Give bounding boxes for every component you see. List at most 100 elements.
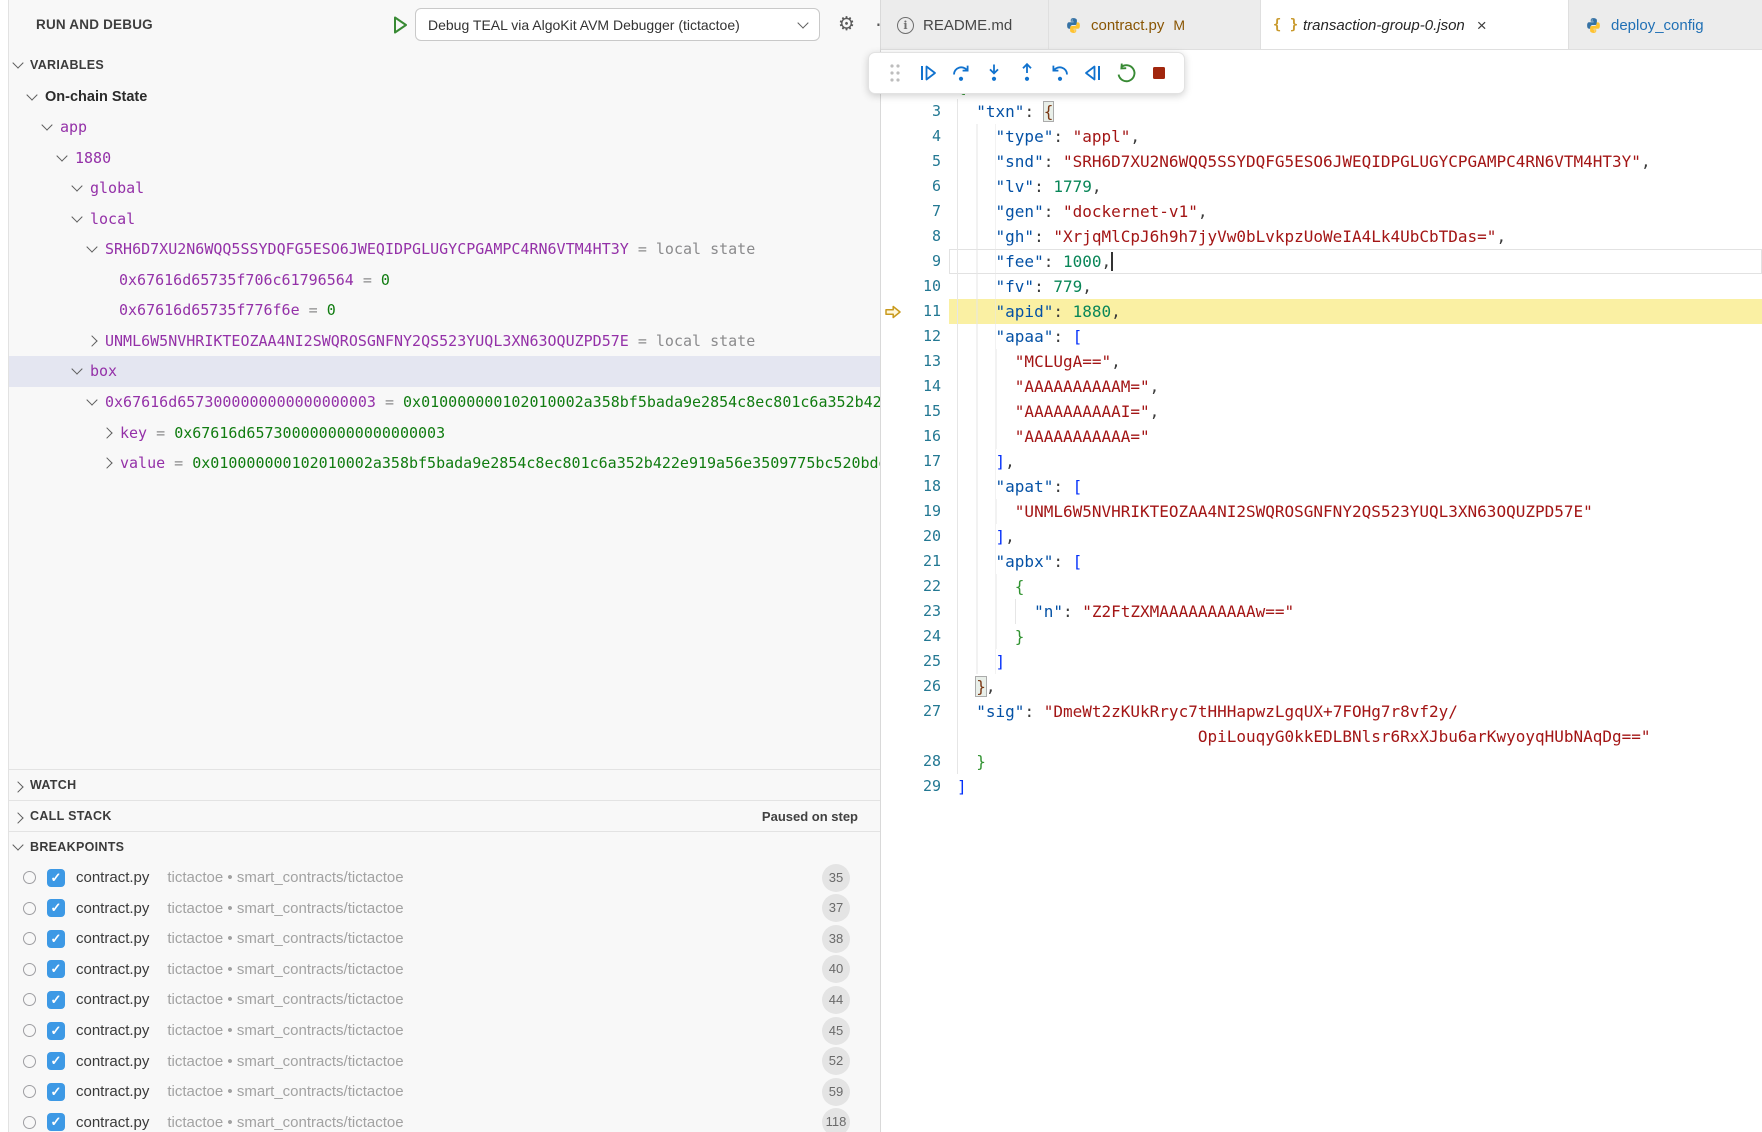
- breakpoint-checkbox[interactable]: ✓: [47, 1022, 65, 1040]
- code-line-19[interactable]: 19 "UNML6W5NVHRIKTEOZAA4NI2SWQROSGNFNY2Q…: [881, 499, 1762, 524]
- variables-section-header[interactable]: VARIABLES: [0, 50, 880, 81]
- glyph-margin[interactable]: [881, 599, 907, 624]
- code-content[interactable]: "sig": "DmeWt2zKUkRryc7tHHHapwzLgqUX+7FO…: [949, 699, 1762, 724]
- tree-item-hex-8[interactable]: UNML6W5NVHRIKTEOZAA4NI2SWQROSGNFNY2QS523…: [9, 325, 957, 356]
- code-line-13[interactable]: 13 "MCLUgA==",: [881, 349, 1762, 374]
- code-line-18[interactable]: 18 "apat": [: [881, 474, 1762, 499]
- code-line-8[interactable]: 8 "gh": "XrjqMlCpJ6h9h7jyVw0bLvkpzUoWeIA…: [881, 224, 1762, 249]
- code-line-20[interactable]: 20 ],: [881, 524, 1762, 549]
- code-line-22[interactable]: 22 {: [881, 574, 1762, 599]
- chevron-down-icon[interactable]: [86, 394, 97, 405]
- glyph-margin[interactable]: [881, 524, 907, 549]
- code-line-5[interactable]: 5 "snd": "SRH6D7XU2N6WQQ5SSYDQFG5ESO6JWE…: [881, 149, 1762, 174]
- tree-item-value[interactable]: value = 0x010000000102010002a358bf5bada9…: [9, 448, 972, 479]
- glyph-margin[interactable]: [881, 774, 907, 799]
- code-line-6[interactable]: 6 "lv": 1779,: [881, 174, 1762, 199]
- glyph-margin[interactable]: [881, 174, 907, 199]
- breakpoint-row[interactable]: ✓contract.pytictactoe • smart_contracts/…: [9, 954, 880, 985]
- code-content[interactable]: }: [949, 749, 1762, 774]
- breakpoint-checkbox[interactable]: ✓: [47, 960, 65, 978]
- breakpoint-checkbox[interactable]: ✓: [47, 899, 65, 917]
- stop-button[interactable]: [1142, 58, 1175, 88]
- chevron-down-icon[interactable]: [26, 89, 37, 100]
- breakpoint-checkbox[interactable]: ✓: [47, 991, 65, 1009]
- code-content[interactable]: "apbx": [: [949, 549, 1762, 574]
- code-content[interactable]: "snd": "SRH6D7XU2N6WQQ5SSYDQFG5ESO6JWEQI…: [949, 149, 1762, 174]
- tree-item-key[interactable]: key = 0x67616d6573000000000000000003: [9, 417, 972, 448]
- breakpoint-checkbox[interactable]: ✓: [47, 869, 65, 887]
- step-over-button[interactable]: [944, 58, 977, 88]
- step-into-button[interactable]: [977, 58, 1010, 88]
- breakpoint-checkbox[interactable]: ✓: [47, 930, 65, 948]
- breakpoints-section-header[interactable]: BREAKPOINTS: [0, 831, 880, 862]
- code-content[interactable]: "txn": {: [949, 99, 1762, 124]
- code-content[interactable]: }: [949, 624, 1762, 649]
- tree-item-global[interactable]: global: [9, 173, 942, 204]
- chevron-down-icon[interactable]: [71, 364, 82, 375]
- code-line-27[interactable]: 27 "sig": "DmeWt2zKUkRryc7tHHHapwzLgqUX+…: [881, 699, 1762, 724]
- code-content[interactable]: "type": "appl",: [949, 124, 1762, 149]
- code-line-23[interactable]: 23 "n": "Z2FtZXMAAAAAAAAAAw==": [881, 599, 1762, 624]
- code-content[interactable]: "fv": 779,: [949, 274, 1762, 299]
- tree-item-0x67616d65735f776f6e[interactable]: 0x67616d65735f776f6e = 0: [9, 295, 972, 326]
- close-icon[interactable]: ×: [1477, 17, 1487, 34]
- glyph-margin[interactable]: [881, 149, 907, 174]
- code-content[interactable]: "apaa": [: [949, 324, 1762, 349]
- tree-item-box[interactable]: box: [9, 356, 942, 387]
- code-line-29[interactable]: 29]: [881, 774, 1762, 799]
- code-line-26[interactable]: 26 },: [881, 674, 1762, 699]
- glyph-margin[interactable]: [881, 224, 907, 249]
- code-line-10[interactable]: 10 "fv": 779,: [881, 274, 1762, 299]
- code-content[interactable]: "n": "Z2FtZXMAAAAAAAAAAw==": [949, 599, 1762, 624]
- code-line-14[interactable]: 14 "AAAAAAAAAAM=",: [881, 374, 1762, 399]
- tree-item-local[interactable]: local: [9, 203, 942, 234]
- chevron-right-icon[interactable]: [101, 457, 112, 468]
- chevron-down-icon[interactable]: [86, 242, 97, 253]
- tab-transaction-group-0-json[interactable]: { }transaction-group-0.json×: [1261, 0, 1569, 50]
- glyph-margin[interactable]: [881, 699, 907, 724]
- code-line-16[interactable]: 16 "AAAAAAAAAAA=": [881, 424, 1762, 449]
- glyph-margin[interactable]: [881, 349, 907, 374]
- continue-button[interactable]: [911, 58, 944, 88]
- code-line-11[interactable]: 11 "apid": 1880,: [881, 299, 1762, 324]
- code-content[interactable]: ],: [949, 524, 1762, 549]
- paused-line-highlight[interactable]: "apid": 1880,: [949, 299, 1762, 324]
- breakpoint-row[interactable]: ✓contract.pytictactoe • smart_contracts/…: [9, 1015, 880, 1046]
- glyph-margin[interactable]: [881, 499, 907, 524]
- code-line-3[interactable]: 3 "txn": {: [881, 99, 1762, 124]
- breakpoint-row[interactable]: ✓contract.pytictactoe • smart_contracts/…: [9, 862, 880, 893]
- breakpoint-checkbox[interactable]: ✓: [47, 1052, 65, 1070]
- code-line-21[interactable]: 21 "apbx": [: [881, 549, 1762, 574]
- tree-item-1880[interactable]: 1880: [9, 142, 927, 173]
- glyph-margin[interactable]: [881, 624, 907, 649]
- tab-readme-md[interactable]: iREADME.md: [881, 0, 1049, 50]
- chevron-right-icon[interactable]: [86, 335, 97, 346]
- code-line-7[interactable]: 7 "gen": "dockernet-v1",: [881, 199, 1762, 224]
- breakpoint-row[interactable]: ✓contract.pytictactoe • smart_contracts/…: [9, 984, 880, 1015]
- code-content[interactable]: "MCLUgA==",: [949, 349, 1762, 374]
- glyph-margin[interactable]: [881, 374, 907, 399]
- code-content[interactable]: ],: [949, 449, 1762, 474]
- gear-icon[interactable]: ⚙: [838, 0, 855, 50]
- code-line-12[interactable]: 12 "apaa": [: [881, 324, 1762, 349]
- code-line-15[interactable]: 15 "AAAAAAAAAAI=",: [881, 399, 1762, 424]
- breakpoint-row[interactable]: ✓contract.pytictactoe • smart_contracts/…: [9, 1107, 880, 1132]
- chevron-down-icon[interactable]: [56, 150, 67, 161]
- chevron-down-icon[interactable]: [71, 180, 82, 191]
- glyph-margin[interactable]: [881, 749, 907, 774]
- glyph-margin[interactable]: [881, 399, 907, 424]
- code-content[interactable]: {: [949, 574, 1762, 599]
- glyph-margin[interactable]: [881, 99, 907, 124]
- chevron-right-icon[interactable]: [101, 427, 112, 438]
- tree-item-hex-5[interactable]: SRH6D7XU2N6WQQ5SSYDQFG5ESO6JWEQIDPGLUGYC…: [9, 234, 957, 265]
- code-content[interactable]: ]: [949, 774, 1762, 799]
- step-out-button[interactable]: [1010, 58, 1043, 88]
- chevron-down-icon[interactable]: [41, 119, 52, 130]
- tree-item-on-chain-state[interactable]: On-chain State: [9, 81, 897, 112]
- code-line-25[interactable]: 25 ]: [881, 649, 1762, 674]
- code-line-9[interactable]: 9 "fee": 1000,: [881, 249, 1762, 274]
- tab-deploy-config[interactable]: deploy_config: [1569, 0, 1762, 50]
- glyph-margin[interactable]: [881, 724, 907, 749]
- breakpoint-checkbox[interactable]: ✓: [47, 1083, 65, 1101]
- breakpoint-checkbox[interactable]: ✓: [47, 1113, 65, 1131]
